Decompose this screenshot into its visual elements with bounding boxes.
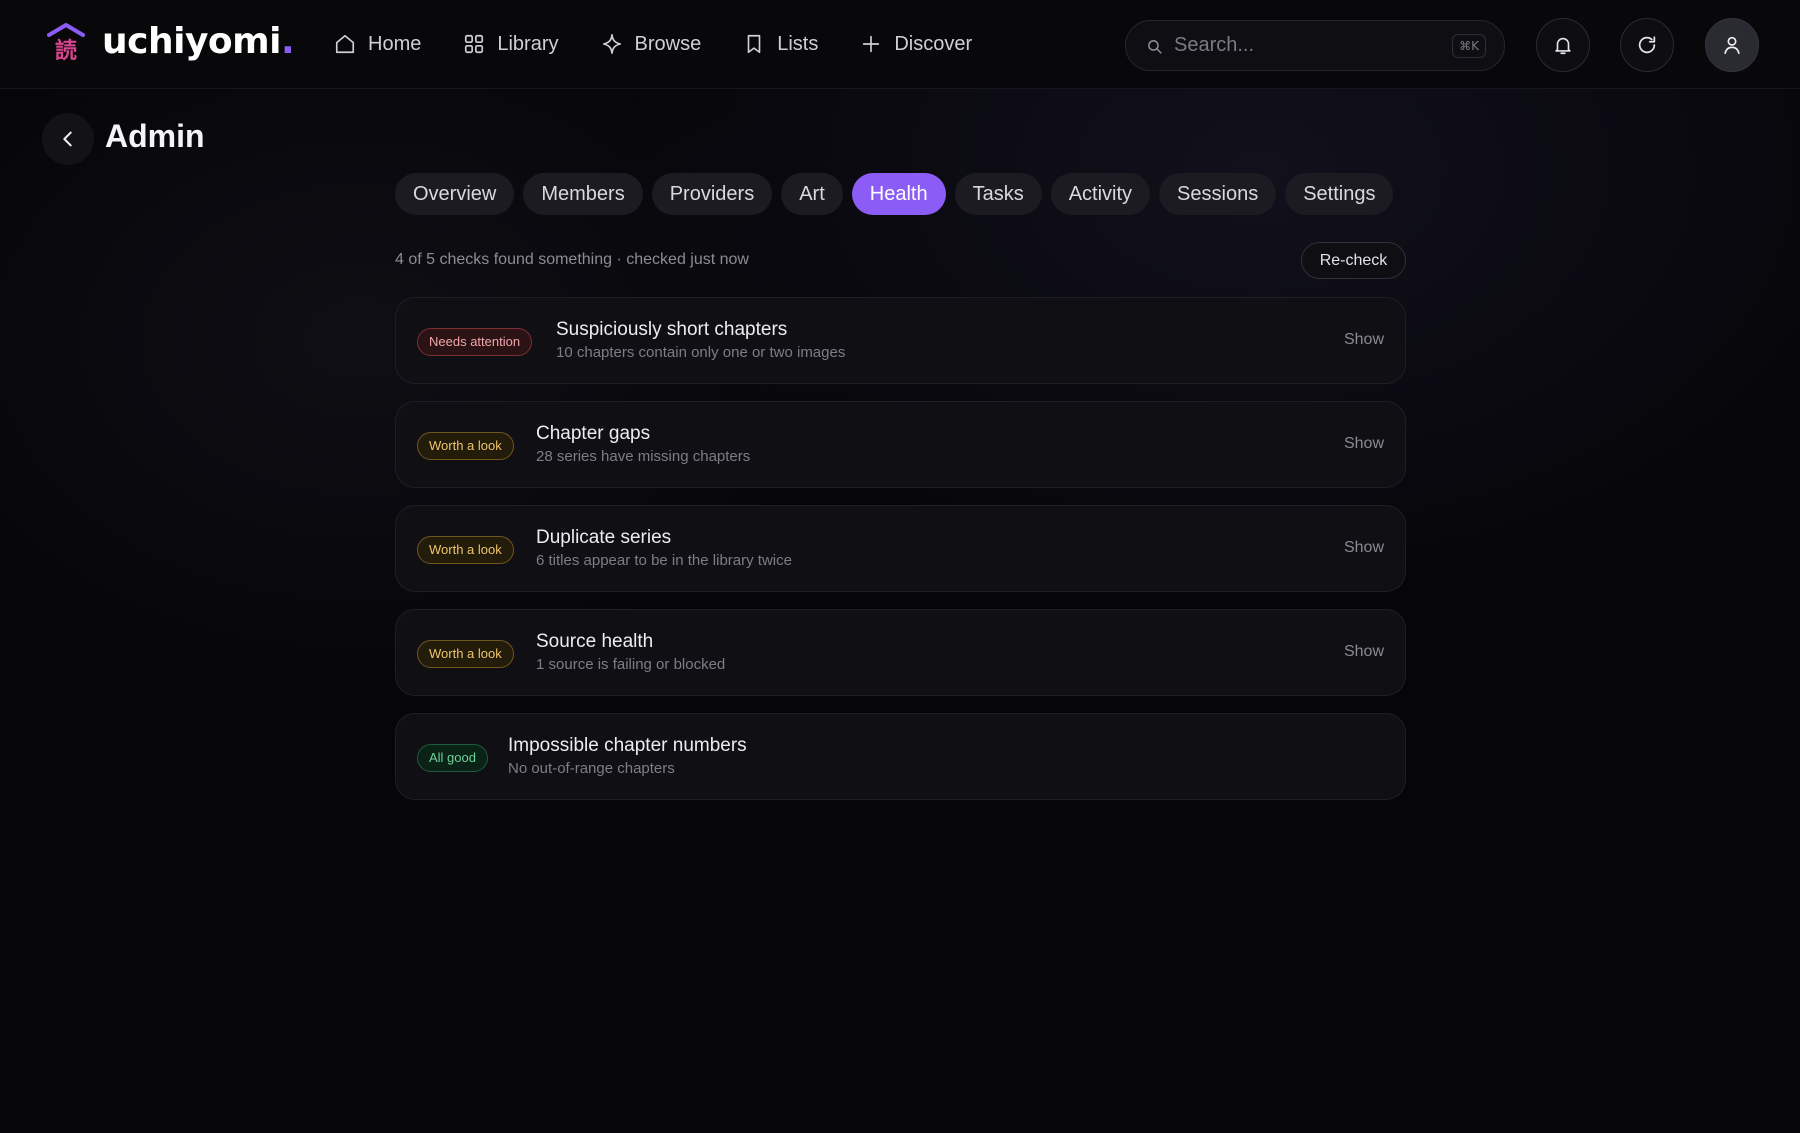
tab-members[interactable]: Members [523,173,643,215]
tab-tasks[interactable]: Tasks [954,173,1042,215]
tab-providers[interactable]: Providers [651,173,773,215]
grid-icon [465,34,484,54]
status-badge: Needs attention [417,328,533,356]
brand-dot: . [281,21,295,62]
tab-art[interactable]: Art [781,173,843,215]
health-check-card: Worth a look Chapter gaps 28 series have… [395,401,1406,488]
sparkle-icon [602,34,621,54]
check-subtitle: 28 series have missing chapters [536,448,751,465]
nav-discover-label: Discover [894,32,973,55]
check-title: Suspiciously short chapters [556,319,788,340]
main-nav: Home Library Browse Lists Discover [334,26,972,62]
health-checks-list: Needs attention Suspiciously short chapt… [395,297,1406,817]
show-button[interactable]: Show [1344,331,1384,349]
back-button[interactable] [42,113,94,165]
logo[interactable]: 読 uchiyomi. [46,21,295,62]
tab-sessions[interactable]: Sessions [1159,173,1277,215]
check-title: Source health [536,631,654,652]
check-subtitle: 10 chapters contain only one or two imag… [556,344,846,361]
status-badge: Worth a look [417,536,514,564]
health-check-card: All good Impossible chapter numbers No o… [395,713,1406,800]
bell-icon [1555,37,1571,55]
top-bar: 読 uchiyomi. Home Library Browse Lists Di… [0,0,1800,89]
status-badge: Worth a look [417,432,514,460]
status-badge: Worth a look [417,640,514,668]
logo-text: uchiyomi. [102,21,295,62]
nav-library-label: Library [497,32,559,55]
nav-discover[interactable]: Discover [860,26,972,62]
recheck-button[interactable]: Re-check [1301,242,1406,279]
refresh-button[interactable] [1620,18,1674,72]
search-box: ⌘K [1125,20,1505,71]
user-icon [1724,36,1740,55]
refresh-icon [1638,36,1656,54]
page-title: Admin [105,118,205,154]
search-input[interactable] [1174,21,1434,70]
show-button[interactable]: Show [1344,643,1384,661]
check-subtitle: No out-of-range chapters [508,760,675,777]
show-button[interactable]: Show [1344,435,1384,453]
health-check-card: Worth a look Source health 1 source is f… [395,609,1406,696]
chevron-left-icon [63,131,72,147]
tab-activity[interactable]: Activity [1050,173,1151,215]
check-title: Duplicate series [536,527,672,548]
nav-lists-label: Lists [777,32,819,55]
check-text: Chapter gaps 28 series have missing chap… [536,422,750,467]
tab-settings[interactable]: Settings [1285,173,1394,215]
check-text: Source health 1 source is failing or blo… [536,630,725,675]
search-shortcut-hint: ⌘K [1452,34,1486,58]
admin-tabs: Overview Members Providers Art Health Ta… [395,173,1394,215]
health-check-card: Worth a look Duplicate series 6 titles a… [395,505,1406,592]
plus-icon [863,35,880,53]
health-summary: 4 of 5 checks found something · checked … [395,251,749,268]
check-text: Impossible chapter numbers No out-of-ran… [508,734,747,779]
check-text: Suspiciously short chapters 10 chapters … [556,318,845,363]
bookmark-icon [747,34,761,54]
logo-glyph: 読 [55,38,77,62]
nav-home-label: Home [368,32,422,55]
nav-browse-label: Browse [634,32,702,55]
home-icon [335,34,355,54]
check-text: Duplicate series 6 titles appear to be i… [536,526,792,571]
nav-home[interactable]: Home [334,26,421,62]
notifications-button[interactable] [1536,18,1590,72]
nav-browse[interactable]: Browse [601,26,702,62]
nav-lists[interactable]: Lists [743,26,818,62]
brand-name: uchiyomi [102,21,282,62]
check-subtitle: 6 titles appear to be in the library twi… [536,552,792,569]
status-badge: All good [417,744,488,772]
check-title: Impossible chapter numbers [508,735,747,756]
nav-library[interactable]: Library [463,26,559,62]
tab-health[interactable]: Health [851,173,946,215]
logo-mark-icon: 読 [47,23,85,62]
show-button[interactable]: Show [1344,539,1384,557]
health-check-card: Needs attention Suspiciously short chapt… [395,297,1406,384]
check-subtitle: 1 source is failing or blocked [536,656,726,673]
tab-overview[interactable]: Overview [395,173,515,215]
check-title: Chapter gaps [536,423,651,444]
user-avatar-button[interactable] [1705,18,1759,72]
search-icon [1148,40,1162,54]
